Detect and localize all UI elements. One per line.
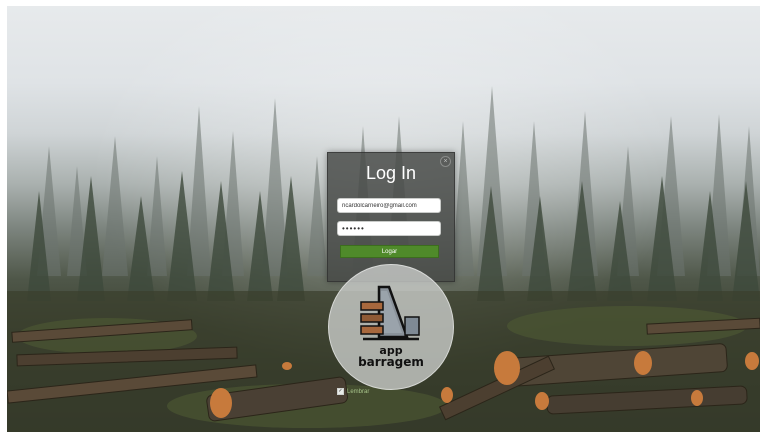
remember-label: Lembrar xyxy=(347,388,370,395)
app-logo: app barragem xyxy=(328,264,454,390)
password-field[interactable] xyxy=(337,221,441,236)
login-title: Log In xyxy=(365,163,417,183)
checkbox-icon[interactable]: ✓ xyxy=(337,388,344,395)
remember-option[interactable]: ✓ Lembrar xyxy=(337,388,369,395)
email-field[interactable] xyxy=(337,198,441,213)
login-panel: × Log In Logar xyxy=(327,152,455,282)
login-button[interactable]: Logar xyxy=(340,245,439,258)
logo-text-brand: barragem xyxy=(358,355,424,369)
dam-logo-icon xyxy=(360,285,420,341)
